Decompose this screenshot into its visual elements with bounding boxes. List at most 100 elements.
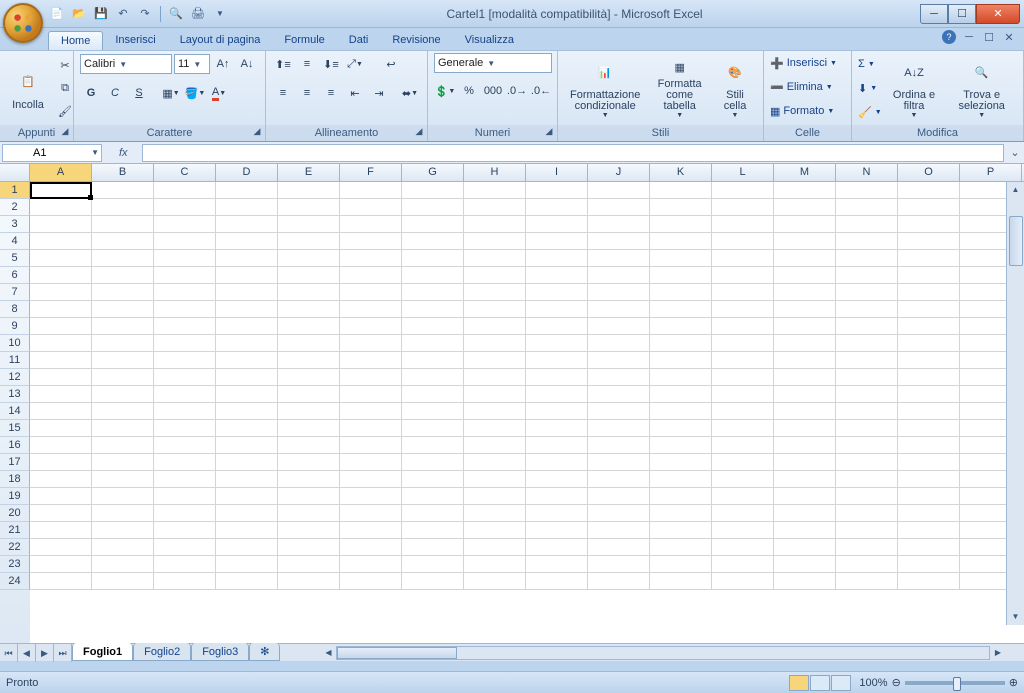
cell[interactable]: [216, 505, 278, 522]
align-bottom-icon[interactable]: ⬇≡: [320, 53, 342, 75]
new-icon[interactable]: 📄: [48, 5, 66, 23]
new-sheet-button[interactable]: ✻: [249, 643, 280, 661]
cell[interactable]: [588, 216, 650, 233]
tab-revisione[interactable]: Revisione: [380, 31, 452, 50]
cell[interactable]: [216, 556, 278, 573]
cell[interactable]: [278, 216, 340, 233]
cell[interactable]: [898, 199, 960, 216]
cell[interactable]: [464, 318, 526, 335]
doc-minimize-icon[interactable]: ─: [962, 30, 976, 44]
row-header[interactable]: 3: [0, 216, 30, 233]
cell[interactable]: [402, 250, 464, 267]
cell[interactable]: [340, 539, 402, 556]
cell[interactable]: [92, 403, 154, 420]
cell[interactable]: [650, 505, 712, 522]
cell[interactable]: [154, 182, 216, 199]
cell[interactable]: [402, 352, 464, 369]
cell[interactable]: [836, 488, 898, 505]
office-button[interactable]: [3, 3, 43, 43]
cell[interactable]: [836, 573, 898, 590]
cell[interactable]: [154, 488, 216, 505]
save-icon[interactable]: 💾: [92, 5, 110, 23]
cell[interactable]: [712, 420, 774, 437]
sheet-tab[interactable]: Foglio3: [191, 643, 249, 661]
indent-decrease-icon[interactable]: ⇤: [344, 82, 366, 104]
cell[interactable]: [402, 420, 464, 437]
percent-icon[interactable]: %: [458, 80, 480, 102]
cell[interactable]: [898, 420, 960, 437]
cell[interactable]: [154, 539, 216, 556]
cell[interactable]: [526, 267, 588, 284]
cell[interactable]: [650, 471, 712, 488]
cell[interactable]: [216, 267, 278, 284]
cell[interactable]: [30, 216, 92, 233]
cell[interactable]: [526, 437, 588, 454]
cell[interactable]: [278, 318, 340, 335]
cell[interactable]: [154, 250, 216, 267]
cell[interactable]: [92, 335, 154, 352]
shrink-font-icon[interactable]: A↓: [236, 53, 258, 75]
align-left-icon[interactable]: ≡: [272, 82, 294, 104]
column-header[interactable]: G: [402, 164, 464, 181]
cell[interactable]: [650, 420, 712, 437]
column-header[interactable]: J: [588, 164, 650, 181]
cell[interactable]: [402, 556, 464, 573]
cell[interactable]: [526, 369, 588, 386]
row-header[interactable]: 22: [0, 539, 30, 556]
underline-button[interactable]: S: [128, 82, 150, 104]
format-painter-icon[interactable]: 🖌: [54, 100, 76, 122]
cell[interactable]: [588, 233, 650, 250]
cell[interactable]: [30, 437, 92, 454]
number-format-combo[interactable]: Generale▼: [434, 53, 552, 73]
cell[interactable]: [340, 437, 402, 454]
cell[interactable]: [278, 233, 340, 250]
cell[interactable]: [30, 369, 92, 386]
cell[interactable]: [30, 335, 92, 352]
cell[interactable]: [526, 556, 588, 573]
row-header[interactable]: 16: [0, 437, 30, 454]
cell[interactable]: [30, 556, 92, 573]
cell[interactable]: [712, 573, 774, 590]
cell[interactable]: [464, 369, 526, 386]
cell[interactable]: [898, 250, 960, 267]
cell[interactable]: [712, 386, 774, 403]
cell[interactable]: [836, 301, 898, 318]
cell[interactable]: [588, 522, 650, 539]
cell[interactable]: [402, 182, 464, 199]
row-header[interactable]: 4: [0, 233, 30, 250]
cell[interactable]: [774, 301, 836, 318]
cell[interactable]: [588, 471, 650, 488]
cell[interactable]: [588, 556, 650, 573]
select-all-corner[interactable]: [0, 164, 30, 181]
insert-cells-button[interactable]: ➕Inserisci▼: [770, 53, 845, 73]
cell[interactable]: [464, 573, 526, 590]
row-header[interactable]: 15: [0, 420, 30, 437]
cell[interactable]: [774, 216, 836, 233]
cell[interactable]: [712, 284, 774, 301]
copy-icon[interactable]: ⧉: [54, 77, 76, 99]
cell[interactable]: [836, 267, 898, 284]
cell[interactable]: [30, 522, 92, 539]
launcher-icon[interactable]: ◢: [251, 126, 263, 138]
cell[interactable]: [774, 454, 836, 471]
cell[interactable]: [588, 301, 650, 318]
cell[interactable]: [712, 182, 774, 199]
cell[interactable]: [836, 505, 898, 522]
cell[interactable]: [774, 539, 836, 556]
cell[interactable]: [464, 437, 526, 454]
cell[interactable]: [526, 318, 588, 335]
cell[interactable]: [30, 352, 92, 369]
cell[interactable]: [898, 403, 960, 420]
cell[interactable]: [464, 352, 526, 369]
cell[interactable]: [836, 318, 898, 335]
format-cells-button[interactable]: ▦Formato▼: [770, 101, 845, 121]
maximize-button[interactable]: ☐: [948, 4, 976, 24]
page-layout-view-button[interactable]: [810, 675, 830, 691]
cell[interactable]: [464, 284, 526, 301]
font-color-icon[interactable]: A▼: [208, 82, 230, 104]
cell[interactable]: [588, 199, 650, 216]
cell[interactable]: [526, 284, 588, 301]
cell[interactable]: [464, 233, 526, 250]
cell[interactable]: [278, 420, 340, 437]
zoom-slider[interactable]: [905, 681, 1005, 685]
